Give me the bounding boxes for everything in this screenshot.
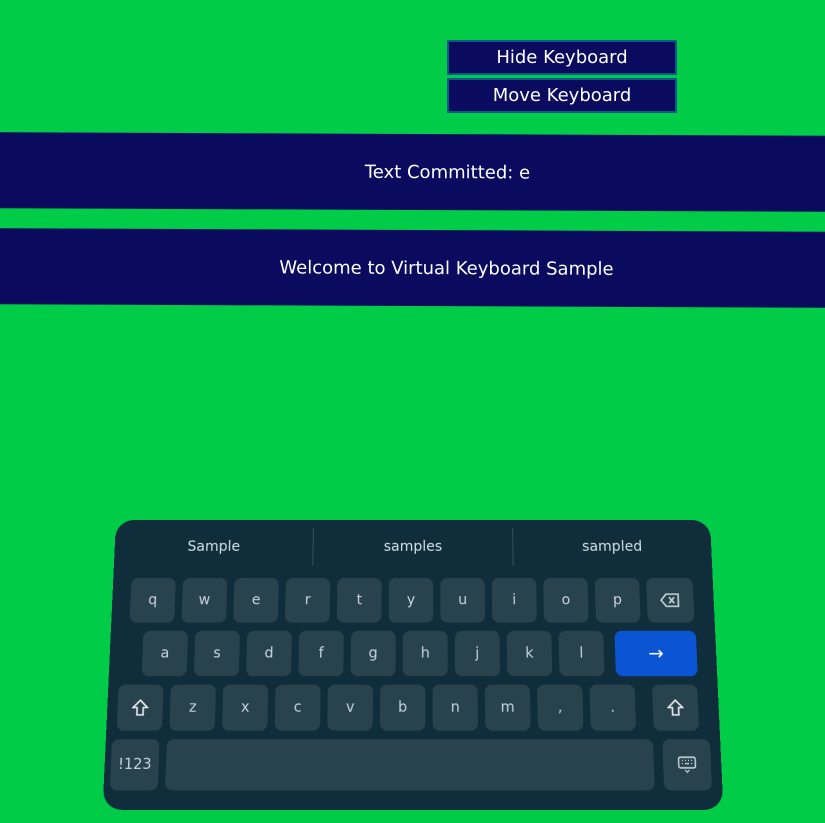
keyboard-icon — [677, 756, 696, 773]
space-key[interactable] — [164, 739, 655, 791]
key-y[interactable]: y — [388, 577, 434, 623]
enter-key[interactable]: → — [614, 630, 698, 677]
key-period[interactable]: . — [589, 684, 637, 731]
virtual-keyboard: Sample samples sampled q w e r t y u i o… — [102, 520, 724, 810]
key-k[interactable]: k — [506, 630, 553, 677]
key-p[interactable]: p — [594, 577, 641, 623]
keyboard-switch-key[interactable] — [662, 739, 713, 791]
key-q[interactable]: q — [129, 577, 176, 623]
key-l[interactable]: l — [558, 630, 605, 677]
key-o[interactable]: o — [543, 577, 589, 623]
key-v[interactable]: v — [327, 684, 373, 731]
suggestion-1[interactable]: Sample — [113, 520, 313, 574]
key-f[interactable]: f — [298, 630, 344, 677]
text-committed-banner: Text Committed: e — [0, 132, 825, 212]
key-x[interactable]: x — [221, 684, 269, 731]
key-a[interactable]: a — [141, 630, 189, 677]
key-i[interactable]: i — [491, 577, 537, 623]
key-j[interactable]: j — [454, 630, 501, 677]
key-b[interactable]: b — [379, 684, 426, 731]
key-d[interactable]: d — [246, 630, 292, 677]
symbols-key[interactable]: !123 — [109, 739, 160, 791]
key-s[interactable]: s — [193, 630, 241, 677]
key-n[interactable]: n — [432, 684, 479, 731]
key-t[interactable]: t — [336, 577, 382, 623]
shift-key-left[interactable] — [116, 684, 164, 731]
text-committed-label: Text Committed: e — [364, 161, 531, 184]
key-h[interactable]: h — [402, 630, 448, 677]
welcome-banner: Welcome to Virtual Keyboard Sample — [0, 228, 825, 308]
shift-icon — [667, 699, 684, 716]
key-w[interactable]: w — [181, 577, 228, 623]
suggestion-bar: Sample samples sampled — [113, 520, 712, 574]
key-u[interactable]: u — [440, 577, 486, 623]
arrow-right-icon: → — [647, 642, 665, 665]
move-keyboard-button[interactable]: Move Keyboard — [447, 78, 677, 113]
hide-keyboard-button[interactable]: Hide Keyboard — [447, 40, 677, 75]
key-z[interactable]: z — [169, 684, 217, 731]
key-c[interactable]: c — [274, 684, 321, 731]
backspace-icon — [660, 593, 681, 607]
backspace-key[interactable] — [646, 577, 695, 623]
shift-key-right[interactable] — [651, 684, 700, 731]
suggestion-2[interactable]: samples — [313, 520, 512, 574]
key-e[interactable]: e — [233, 577, 279, 623]
suggestion-3[interactable]: sampled — [513, 520, 713, 574]
key-r[interactable]: r — [284, 577, 331, 623]
welcome-label: Welcome to Virtual Keyboard Sample — [279, 256, 614, 280]
shift-icon — [132, 699, 149, 716]
key-g[interactable]: g — [350, 630, 396, 677]
key-comma[interactable]: , — [537, 684, 584, 731]
key-m[interactable]: m — [484, 684, 531, 731]
